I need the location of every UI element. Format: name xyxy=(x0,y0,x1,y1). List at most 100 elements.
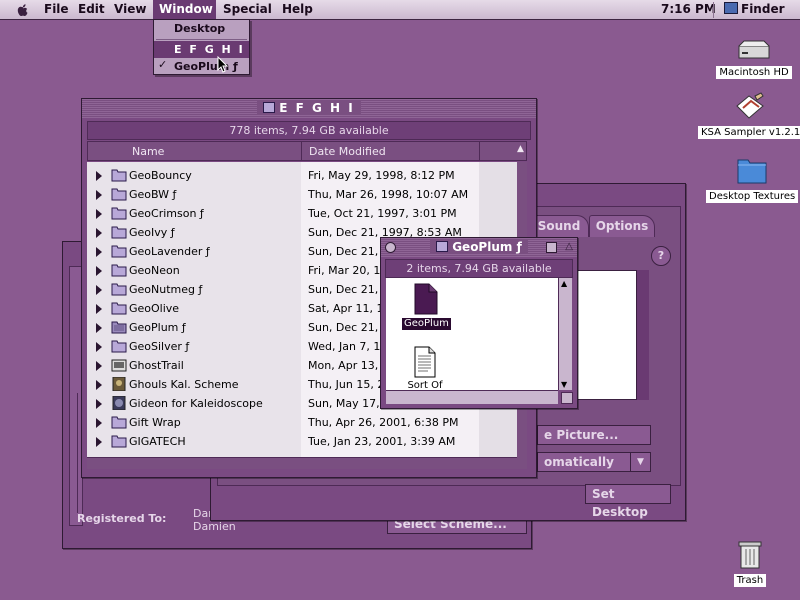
folder-icon xyxy=(111,302,127,315)
geoplum-window[interactable]: GeoPlum ƒ △ 2 items, 7.94 GB available G… xyxy=(380,237,578,409)
apple-menu[interactable] xyxy=(10,0,36,19)
window-menu-desktop[interactable]: Desktop xyxy=(154,20,249,37)
column-divider xyxy=(301,142,302,160)
geoplum-content: GeoPlum Sort Of Readme xyxy=(386,278,558,405)
disclosure-triangle-icon[interactable] xyxy=(96,190,102,200)
preview-box xyxy=(575,270,637,400)
choose-picture-button[interactable]: e Picture... xyxy=(537,425,651,445)
column-name[interactable]: Name xyxy=(132,145,164,158)
disclosure-triangle-icon[interactable] xyxy=(96,266,102,276)
application-menu[interactable]: Finder xyxy=(718,0,800,19)
kind-cell xyxy=(479,166,517,185)
file-name: GeoNutmeg ƒ xyxy=(129,283,203,296)
geoplum-titlebar[interactable]: GeoPlum ƒ △ xyxy=(381,238,577,257)
menu-edit[interactable]: Edit xyxy=(72,0,111,19)
kind-cell xyxy=(479,204,517,223)
help-icon[interactable]: ? xyxy=(651,246,671,266)
chevron-down-icon: ▼ xyxy=(630,453,650,471)
file-date: Fri, May 29, 1998, 8:12 PM xyxy=(308,169,455,182)
macintosh-hd-icon-item[interactable]: Macintosh HD xyxy=(714,40,794,79)
resize-handle[interactable] xyxy=(561,392,573,404)
collapse-icon[interactable]: △ xyxy=(565,241,573,253)
table-row[interactable]: GIGATECH Tue, Jan 23, 2001, 3:39 AM xyxy=(87,432,517,451)
table-row[interactable]: GeoBW ƒ Thu, Mar 26, 1998, 10:07 AM xyxy=(87,185,517,204)
tab-options[interactable]: Options xyxy=(589,215,655,237)
finder-label: Finder xyxy=(741,2,785,16)
folder-icon xyxy=(111,169,127,182)
folder-icon xyxy=(111,435,127,448)
table-row[interactable]: Gift Wrap Thu, Apr 26, 2001, 6:38 PM xyxy=(87,413,517,432)
disclosure-triangle-icon[interactable] xyxy=(96,209,102,219)
disclosure-triangle-icon[interactable] xyxy=(96,399,102,409)
hard-drive-icon xyxy=(738,40,770,59)
file-name: GeoSilver ƒ xyxy=(129,340,190,353)
geoplum-file-label: GeoPlum xyxy=(402,318,451,330)
folder-icon xyxy=(111,188,127,201)
menu-help[interactable]: Help xyxy=(276,0,319,19)
registered-to-label: Registered To: xyxy=(77,512,167,525)
vertical-scrollbar[interactable]: ▲ ▼ xyxy=(558,278,572,390)
file-name: GeoPlum ƒ xyxy=(129,321,186,334)
disclosure-triangle-icon[interactable] xyxy=(96,323,102,333)
folder-pattern-icon xyxy=(111,321,127,334)
apple-icon xyxy=(17,4,28,16)
folder-icon xyxy=(111,416,127,429)
menu-file[interactable]: File xyxy=(38,0,75,19)
file-name: Ghouls Kal. Scheme xyxy=(129,378,239,391)
efghi-titlebar[interactable]: E F G H I xyxy=(82,99,536,118)
disclosure-triangle-icon[interactable] xyxy=(96,380,102,390)
menu-special[interactable]: Special xyxy=(217,0,278,19)
disclosure-triangle-icon[interactable] xyxy=(96,228,102,238)
file-date: Thu, Apr 26, 2001, 6:38 PM xyxy=(308,416,459,429)
file-name: Gift Wrap xyxy=(129,416,181,429)
menu-clock[interactable]: 7:16 PM xyxy=(655,0,722,19)
file-name: GeoCrimson ƒ xyxy=(129,207,204,220)
file-name: GIGATECH xyxy=(129,435,186,448)
kind-cell xyxy=(479,185,517,204)
ksa-sampler-icon-item[interactable]: KSA Sampler v1.2.1 xyxy=(698,92,800,139)
file-name: GeoIvy ƒ xyxy=(129,226,175,239)
disclosure-triangle-icon[interactable] xyxy=(96,342,102,352)
horizontal-scrollbar[interactable] xyxy=(386,390,558,404)
table-row[interactable]: GeoCrimson ƒ Tue, Oct 21, 1997, 3:01 PM xyxy=(87,204,517,223)
scheme-icon xyxy=(112,396,126,410)
column-date[interactable]: Date Modified xyxy=(309,145,386,158)
close-icon[interactable] xyxy=(385,242,396,253)
disclosure-triangle-icon[interactable] xyxy=(96,437,102,447)
tab-sound[interactable]: Sound xyxy=(529,215,589,237)
disclosure-triangle-icon[interactable] xyxy=(96,247,102,257)
geoplum-file[interactable]: GeoPlum xyxy=(402,283,451,330)
scroll-down-icon[interactable]: ▼ xyxy=(561,380,567,389)
geoplum-title: GeoPlum ƒ xyxy=(452,240,522,254)
window-menu-geoplum[interactable]: GeoPlum ƒ xyxy=(154,58,249,75)
sort-order-icon[interactable]: ▲ xyxy=(517,144,524,154)
position-select[interactable]: omatically ▼ xyxy=(537,452,651,472)
scroll-up-icon[interactable]: ▲ xyxy=(561,279,567,288)
file-name: GeoBW ƒ xyxy=(129,188,177,201)
folder-icon xyxy=(436,241,449,252)
trash-icon xyxy=(738,541,762,569)
disclosure-triangle-icon[interactable] xyxy=(96,304,102,314)
folder-icon xyxy=(263,102,276,113)
folder-icon xyxy=(111,264,127,277)
macintosh-hd-label: Macintosh HD xyxy=(716,66,792,79)
set-desktop-button[interactable]: Set Desktop xyxy=(585,484,671,519)
horizontal-scrollbar[interactable] xyxy=(87,457,517,469)
file-name: Gideon for Kaleidoscope xyxy=(129,397,263,410)
ksa-sampler-label: KSA Sampler v1.2.1 xyxy=(698,126,800,139)
preview-scrollbar[interactable] xyxy=(637,270,649,400)
disclosure-triangle-icon[interactable] xyxy=(96,418,102,428)
folder-icon xyxy=(111,340,127,353)
zoom-icon[interactable] xyxy=(546,242,557,253)
application-icon xyxy=(111,359,127,372)
disclosure-triangle-icon[interactable] xyxy=(96,285,102,295)
desktop-textures-icon-item[interactable]: Desktop Textures xyxy=(706,154,799,203)
trash-icon-item[interactable]: Trash xyxy=(730,540,770,587)
menu-view[interactable]: View xyxy=(108,0,152,19)
kind-cell xyxy=(479,413,517,432)
menu-window[interactable]: Window xyxy=(153,0,216,19)
window-menu-efghi[interactable]: E F G H I xyxy=(154,41,249,58)
disclosure-triangle-icon[interactable] xyxy=(96,361,102,371)
table-row[interactable]: GeoBouncy Fri, May 29, 1998, 8:12 PM xyxy=(87,166,517,185)
disclosure-triangle-icon[interactable] xyxy=(96,171,102,181)
